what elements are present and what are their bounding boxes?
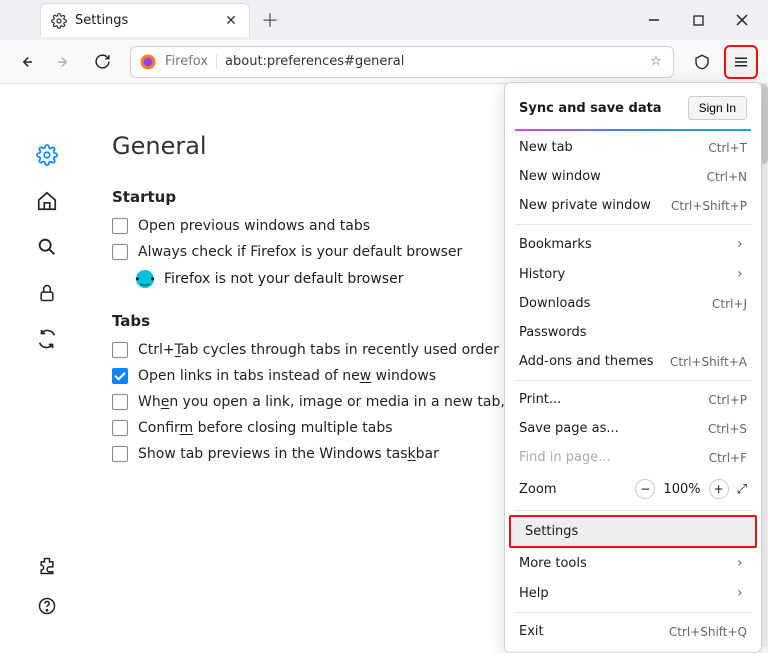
zoom-value: 100% (663, 482, 700, 497)
chevron-right-icon: › (737, 585, 747, 601)
sidebar-extensions-icon[interactable] (36, 555, 58, 577)
pocket-button[interactable] (686, 46, 718, 78)
menu-item-more-tools[interactable]: More tools› (505, 548, 761, 578)
firefox-icon (139, 53, 157, 71)
new-tab-button[interactable]: ＋ (256, 6, 284, 34)
app-menu-panel: Sync and save data Sign In New tabCtrl+T… (504, 82, 762, 653)
close-window-button[interactable] (720, 0, 764, 40)
navigation-toolbar: Firefox about:preferences#general ☆ (0, 40, 768, 84)
app-menu-button[interactable] (724, 45, 758, 79)
forward-button[interactable] (48, 46, 80, 78)
tab-title: Settings (75, 13, 215, 28)
menu-item[interactable]: History› (505, 259, 761, 289)
chevron-right-icon: › (737, 236, 747, 252)
minimize-button[interactable] (632, 0, 676, 40)
sidebar-sync-icon[interactable] (36, 328, 58, 350)
menu-item[interactable]: Passwords (505, 318, 761, 347)
identity-label: Firefox (165, 54, 217, 69)
sidebar-help-icon[interactable] (36, 595, 58, 617)
sidebar-general-icon[interactable] (36, 144, 58, 166)
window-controls (632, 0, 764, 40)
menu-zoom-row: Zoom − 100% + ⤢ (505, 472, 761, 506)
chevron-right-icon: › (737, 555, 747, 571)
bookmark-star-icon[interactable]: ☆ (647, 53, 665, 71)
close-icon[interactable]: ✕ (223, 13, 239, 29)
menu-item[interactable]: New private windowCtrl+Shift+P (505, 191, 761, 220)
menu-item-exit[interactable]: ExitCtrl+Shift+Q (505, 617, 761, 646)
title-bar: Settings ✕ ＋ (0, 0, 768, 40)
sign-in-button[interactable]: Sign In (688, 96, 747, 120)
sidebar-search-icon[interactable] (36, 236, 58, 258)
url-text: about:preferences#general (225, 54, 404, 69)
menu-item[interactable]: New windowCtrl+N (505, 162, 761, 191)
address-bar[interactable]: Firefox about:preferences#general ☆ (130, 46, 674, 78)
menu-divider (515, 224, 751, 225)
menu-item[interactable]: Print...Ctrl+P (505, 385, 761, 414)
chevron-right-icon: › (737, 266, 747, 282)
sidebar-privacy-icon[interactable] (36, 282, 58, 304)
menu-item[interactable]: DownloadsCtrl+J (505, 289, 761, 318)
menu-item-help[interactable]: Help› (505, 578, 761, 608)
menu-divider (515, 510, 751, 511)
menu-item[interactable]: New tabCtrl+T (505, 133, 761, 162)
browser-tab-settings[interactable]: Settings ✕ (40, 3, 250, 37)
sidebar-home-icon[interactable] (36, 190, 58, 212)
gear-icon (51, 13, 67, 29)
menu-item[interactable]: Bookmarks› (505, 229, 761, 259)
sad-face-icon: •‿• (136, 270, 154, 288)
back-button[interactable] (10, 46, 42, 78)
menu-item[interactable]: Save page as...Ctrl+S (505, 414, 761, 443)
menu-sync-row: Sync and save data Sign In (505, 89, 761, 127)
menu-item[interactable]: Add-ons and themesCtrl+Shift+A (505, 347, 761, 376)
fullscreen-icon[interactable]: ⤢ (737, 482, 747, 497)
menu-divider (515, 380, 751, 381)
settings-sidebar (0, 84, 94, 647)
menu-divider (515, 612, 751, 613)
menu-item[interactable]: Find in page...Ctrl+F (505, 443, 761, 472)
zoom-in-button[interactable]: + (709, 479, 729, 499)
gradient-divider (515, 129, 751, 131)
menu-item-settings[interactable]: Settings (509, 515, 757, 548)
zoom-out-button[interactable]: − (635, 479, 655, 499)
maximize-button[interactable] (676, 0, 720, 40)
reload-button[interactable] (86, 46, 118, 78)
